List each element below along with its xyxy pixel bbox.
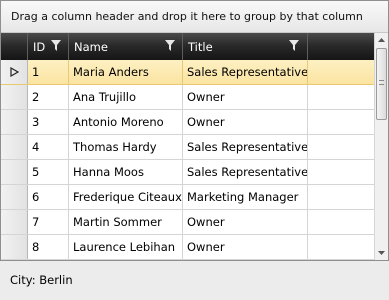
row-indicator[interactable] — [1, 60, 28, 84]
filter-icon[interactable] — [165, 40, 175, 51]
cell-title[interactable]: Marketing Manager — [183, 185, 308, 209]
cell-name[interactable]: Antonio Moreno — [69, 110, 183, 134]
cell-title[interactable]: Owner — [183, 235, 308, 259]
group-panel-hint: Drag a column header and drop it here to… — [11, 10, 363, 23]
cell-id[interactable]: 3 — [28, 110, 69, 134]
table-row[interactable]: 2 Ana Trujillo Owner — [1, 85, 374, 110]
filter-icon[interactable] — [289, 40, 299, 51]
cell-id[interactable]: 7 — [28, 210, 69, 234]
cell-name[interactable]: Laurence Lebihan — [69, 235, 183, 259]
table-row[interactable]: 8 Laurence Lebihan Owner — [1, 235, 374, 260]
cell-id[interactable]: 5 — [28, 160, 69, 184]
scroll-up-icon[interactable] — [375, 33, 388, 47]
table-row[interactable]: 3 Antonio Moreno Owner — [1, 110, 374, 135]
cell-name[interactable]: Maria Anders — [69, 60, 183, 84]
column-header-title[interactable]: Title — [183, 33, 308, 60]
row-indicator[interactable] — [1, 185, 28, 209]
cell-title[interactable]: Owner — [183, 210, 308, 234]
column-header-label: ID — [33, 40, 46, 54]
table-row[interactable]: 4 Thomas Hardy Sales Representative — [1, 135, 374, 160]
header-indicator-cell — [1, 33, 28, 60]
cell-title[interactable]: Owner — [183, 85, 308, 109]
row-indicator[interactable] — [1, 85, 28, 109]
cell-id[interactable]: 1 — [28, 60, 69, 84]
group-panel[interactable]: Drag a column header and drop it here to… — [1, 1, 388, 33]
cell-id[interactable]: 4 — [28, 135, 69, 159]
filter-icon[interactable] — [51, 40, 61, 51]
cell-name[interactable]: Martin Sommer — [69, 210, 183, 234]
vertical-scrollbar[interactable] — [374, 33, 388, 260]
grid-header: ID Name Title — [1, 33, 374, 60]
status-text: City: Berlin — [10, 273, 73, 287]
status-bar: City: Berlin — [0, 261, 389, 300]
cell-id[interactable]: 6 — [28, 185, 69, 209]
cell-title[interactable]: Sales Representative — [183, 160, 308, 184]
cell-title[interactable]: Sales Representative — [183, 60, 308, 84]
cell-name[interactable]: Ana Trujillo — [69, 85, 183, 109]
cell-title[interactable]: Owner — [183, 110, 308, 134]
column-header-id[interactable]: ID — [28, 33, 69, 60]
cell-title[interactable]: Sales Representative — [183, 135, 308, 159]
cell-name[interactable]: Thomas Hardy — [69, 135, 183, 159]
table-row[interactable]: 6 Frederique Citeaux Marketing Manager — [1, 185, 374, 210]
table-row[interactable]: 5 Hanna Moos Sales Representative — [1, 160, 374, 185]
scrollbar-thumb[interactable] — [376, 48, 387, 120]
scroll-down-icon[interactable] — [375, 246, 388, 260]
cell-name[interactable]: Frederique Citeaux — [69, 185, 183, 209]
row-indicator[interactable] — [1, 160, 28, 184]
row-indicator[interactable] — [1, 235, 28, 259]
column-header-label: Title — [188, 40, 213, 54]
row-indicator[interactable] — [1, 210, 28, 234]
column-header-label: Name — [74, 40, 108, 54]
table-row[interactable]: 7 Martin Sommer Owner — [1, 210, 374, 235]
cell-name[interactable]: Hanna Moos — [69, 160, 183, 184]
data-grid: Drag a column header and drop it here to… — [0, 0, 389, 261]
cell-id[interactable]: 8 — [28, 235, 69, 259]
grid-rows: 1 Maria Anders Sales Representative 2 An… — [1, 60, 374, 260]
thumb-grip — [379, 80, 384, 85]
current-row-arrow-icon — [10, 67, 19, 77]
cell-id[interactable]: 2 — [28, 85, 69, 109]
column-header-name[interactable]: Name — [69, 33, 183, 60]
row-indicator[interactable] — [1, 135, 28, 159]
row-indicator[interactable] — [1, 110, 28, 134]
table-row[interactable]: 1 Maria Anders Sales Representative — [1, 60, 374, 85]
